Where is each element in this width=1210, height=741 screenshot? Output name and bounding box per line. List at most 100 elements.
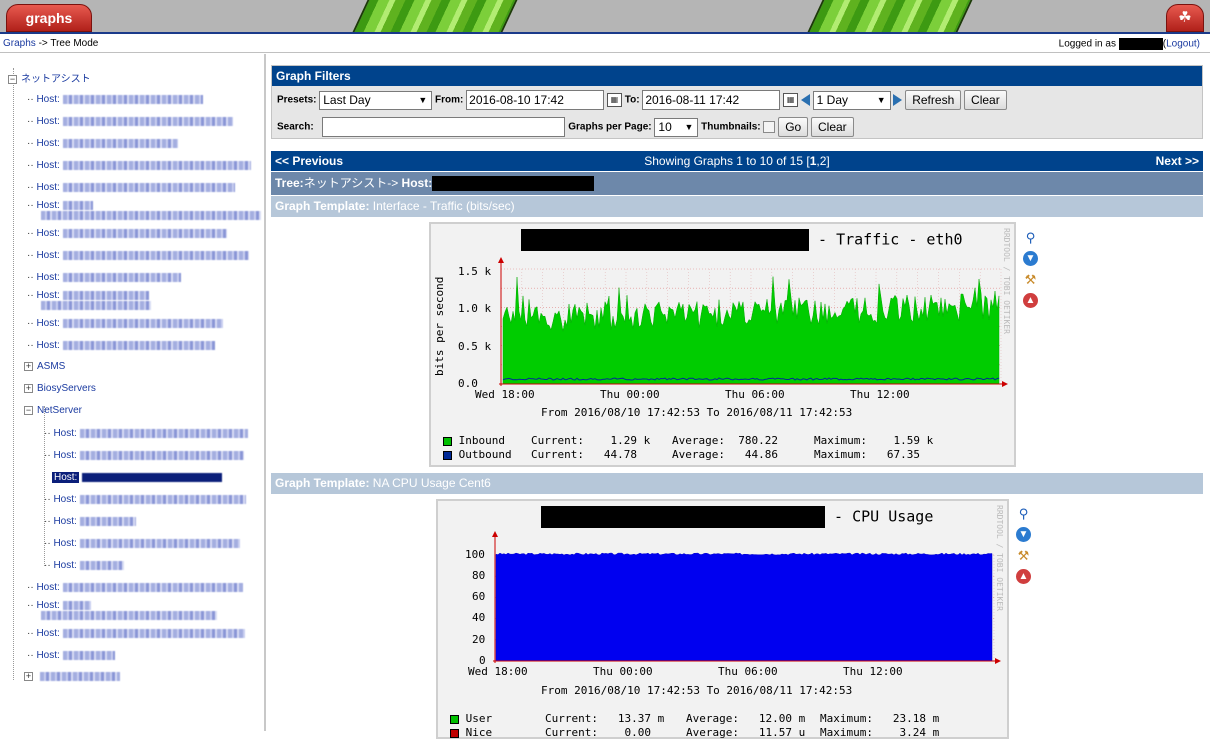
from-input[interactable]: 2016-08-10 17:42: [466, 90, 605, 110]
expand-icon[interactable]: +: [24, 671, 33, 681]
cpu-user-area: [495, 552, 993, 662]
graphs-tab[interactable]: graphs: [6, 4, 92, 32]
redacted-host: [432, 176, 595, 192]
tree-group[interactable]: + ASMS: [24, 361, 65, 372]
y-tick: 80: [472, 569, 486, 582]
from-label: From:: [435, 94, 464, 106]
y-tick: 1.0 k: [458, 302, 492, 315]
expand-icon[interactable]: +: [24, 383, 33, 393]
previous-link[interactable]: << Previous: [275, 151, 343, 171]
tree-group[interactable]: + BiosyServers: [24, 383, 96, 394]
tree-host[interactable]: ·· Host:: [27, 94, 203, 105]
cpu-graph[interactable]: - CPU Usage RRDTOOL / TOBI OETIKER 100 8…: [436, 499, 1009, 739]
legend-user: User: [450, 712, 492, 725]
search-input[interactable]: [322, 117, 566, 137]
tree-host[interactable]: ·· Host:: [44, 428, 248, 439]
tree-host[interactable]: ·· Host:: [27, 272, 181, 283]
tree-host[interactable]: ·· Host:: [44, 560, 124, 571]
refresh-button[interactable]: Refresh: [905, 90, 962, 110]
tree-host[interactable]: ·· Host:: [27, 138, 178, 149]
breadcrumb: Graphs -> Tree Mode: [3, 38, 98, 49]
shift-right-icon[interactable]: [893, 94, 903, 106]
x-tick: Thu 06:00: [718, 665, 778, 678]
tree-host-bar: Tree:ネットアシスト-> Host:: [271, 172, 1203, 195]
graphs-per-page-label: Graphs per Page:: [568, 121, 652, 133]
tree-host[interactable]: ·· Host:: [44, 450, 244, 461]
tree-host[interactable]: ·· Host:: [27, 582, 243, 593]
info-icon[interactable]: ▲: [1016, 569, 1031, 584]
collapse-icon[interactable]: −: [24, 405, 33, 415]
x-tick: Thu 12:00: [843, 665, 903, 678]
tree-host[interactable]: ·· Host:: [27, 160, 251, 171]
expand-icon[interactable]: +: [24, 361, 33, 371]
export-icon[interactable]: ▼: [1016, 527, 1031, 542]
pager-bar: Showing Graphs 1 to 10 of 15 [1,2] << Pr…: [271, 151, 1203, 171]
y-tick: 20: [472, 633, 486, 646]
breadcrumb-current: Tree Mode: [50, 38, 99, 49]
tree-host[interactable]: ·· Host:: [27, 228, 227, 239]
filters-row-2: Search: Graphs per Page: 10 ▼ Thumbnails:…: [277, 117, 854, 137]
tree-sidebar: − ネットアシスト ·· Host: ·· Host: ·· Host: ·· H…: [0, 54, 266, 731]
outbound-swatch: [443, 450, 452, 460]
to-label: To:: [624, 94, 640, 106]
tree-host-wrap: [38, 300, 151, 311]
tree-host-wrap: [38, 610, 217, 621]
wrench-icon[interactable]: ⚒: [1023, 272, 1038, 287]
to-input[interactable]: 2016-08-11 17:42: [642, 90, 781, 110]
showing-graphs: Showing Graphs 1 to 10 of 15 [1,2]: [644, 154, 830, 168]
tree-host[interactable]: ·· Host:: [27, 318, 223, 329]
graph-filters-title: Graph Filters: [272, 66, 1202, 86]
tree-host[interactable]: ·· Host:: [27, 182, 235, 193]
export-icon[interactable]: ▼: [1023, 251, 1038, 266]
y-tick: 1.5 k: [458, 265, 492, 278]
tree-host[interactable]: ·· Host:: [27, 650, 115, 661]
collapse-icon[interactable]: −: [8, 74, 17, 84]
x-tick: Wed 18:00: [475, 388, 535, 401]
graph-filters-panel: Graph Filters Presets: Last Day ▼ From: 2…: [271, 65, 1203, 139]
calendar-icon[interactable]: ▦: [606, 93, 622, 107]
tree-host[interactable]: ·· Host:: [44, 538, 240, 549]
graph-actions: ⚲ ▼ ⚒ ▲: [1023, 230, 1041, 314]
breadcrumb-graphs-link[interactable]: Graphs: [3, 38, 36, 49]
calendar-icon[interactable]: ▦: [783, 93, 799, 107]
thumbnails-checkbox[interactable]: [763, 121, 776, 133]
timespan-select[interactable]: 1 Day ▼: [812, 90, 891, 110]
tree-host[interactable]: ·· Host:: [27, 116, 233, 127]
clear-search-button[interactable]: Clear: [810, 117, 854, 137]
clear-button[interactable]: Clear: [964, 90, 1007, 110]
wrench-icon[interactable]: ⚒: [1016, 548, 1031, 563]
x-tick: Wed 18:00: [468, 665, 528, 678]
tree-icon: ☘: [1178, 9, 1192, 26]
cpu-plot: [492, 531, 1001, 664]
shift-left-icon[interactable]: [800, 94, 810, 106]
info-icon[interactable]: ▲: [1023, 293, 1038, 308]
x-tick: Thu 06:00: [725, 388, 785, 401]
thumbnails-label: Thumbnails:: [701, 121, 761, 133]
tree-host[interactable]: ·· Host:: [27, 250, 249, 261]
next-link[interactable]: Next >>: [1156, 151, 1199, 171]
breadcrumb-separator: ->: [35, 38, 51, 49]
y-tick: 0.5 k: [458, 340, 492, 353]
tree-group[interactable]: +: [24, 671, 120, 682]
graph-template-bar: Graph Template: Interface - Traffic (bit…: [271, 196, 1203, 217]
tree-root[interactable]: − ネットアシスト: [8, 70, 91, 85]
time-range: From 2016/08/10 17:42:53 To 2016/08/11 1…: [541, 684, 853, 697]
zoom-icon[interactable]: ⚲: [1016, 506, 1031, 521]
go-button[interactable]: Go: [778, 117, 809, 137]
tree-group[interactable]: − NetServer: [24, 405, 82, 416]
header-decoration: [805, 0, 975, 32]
tree-host[interactable]: ·· Host:: [44, 516, 136, 527]
tree-host-selected[interactable]: Host:: [52, 472, 223, 483]
logout-link[interactable]: Logout): [1166, 39, 1200, 50]
presets-select[interactable]: Last Day ▼: [319, 90, 433, 110]
legend-nice: Nice: [450, 726, 492, 739]
zoom-icon[interactable]: ⚲: [1023, 230, 1038, 245]
tree-host[interactable]: ·· Host:: [27, 340, 215, 351]
tree-host[interactable]: ·· Host:: [44, 494, 246, 505]
graphs-per-page-select[interactable]: 10 ▼: [654, 117, 699, 137]
legend-inbound: Inbound: [443, 434, 505, 447]
traffic-graph[interactable]: - Traffic - eth0 RRDTOOL / TOBI OETIKER …: [429, 222, 1016, 467]
graph-template-bar: Graph Template: NA CPU Usage Cent6: [271, 473, 1203, 494]
tree-host[interactable]: ·· Host:: [27, 628, 245, 639]
tree-tab[interactable]: ☘: [1166, 4, 1204, 32]
